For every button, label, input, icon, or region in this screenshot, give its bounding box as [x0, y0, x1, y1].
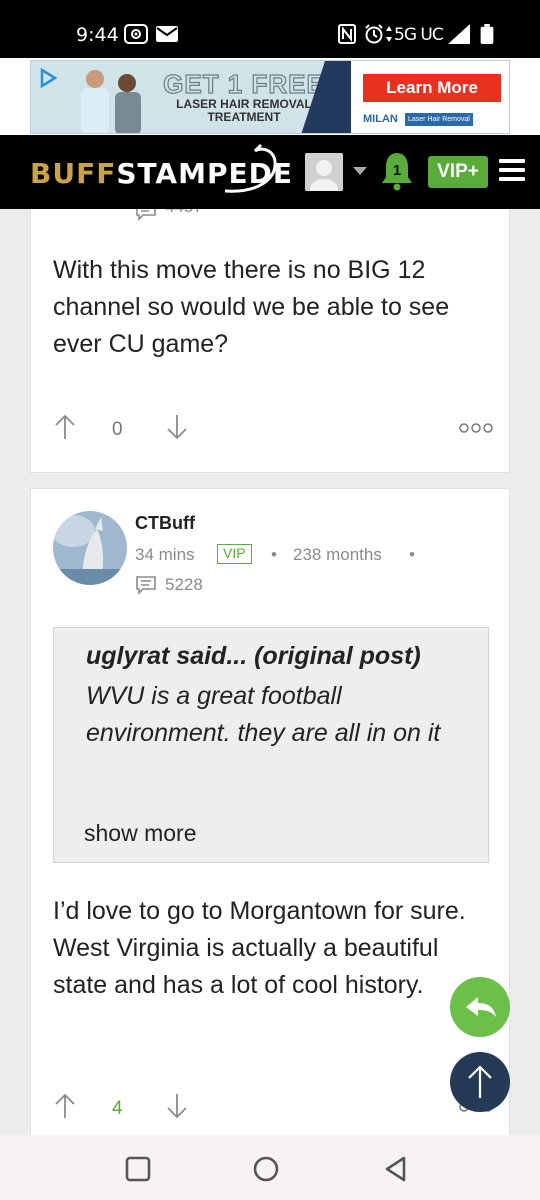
post-body: With this move there is no BIG 12 channe…	[53, 256, 450, 358]
ad-banner[interactable]: GET 1 FREE LASER HAIR REMOVAL TREATMENT …	[30, 60, 510, 134]
scroll-to-top-button[interactable]	[450, 1052, 510, 1112]
signal-icon	[448, 24, 470, 44]
vote-row: 0	[53, 413, 493, 443]
post-card: 4457 With this move there is no BIG 12 c…	[30, 190, 510, 473]
more-options-icon[interactable]	[459, 421, 493, 435]
vote-count: 4	[112, 1098, 123, 1119]
quote-author: uglyrat said... (original post)	[86, 642, 421, 670]
downvote-arrow-icon[interactable]	[165, 413, 189, 441]
post-card: CTBuff 34 mins VIP • 238 months • 5228 u…	[30, 488, 510, 1148]
system-nav-bar	[0, 1135, 540, 1200]
home-circle-icon[interactable]	[252, 1155, 280, 1183]
arrow-up-icon	[468, 1065, 492, 1098]
username[interactable]: CTBuff	[135, 513, 195, 534]
nfc-icon	[338, 24, 356, 44]
ad-area: GET 1 FREE LASER HAIR REMOVAL TREATMENT …	[0, 58, 540, 135]
data-arrows-icon	[386, 26, 392, 42]
mail-icon	[156, 26, 178, 42]
cast-icon	[124, 24, 148, 44]
status-time: 9:44	[76, 24, 119, 46]
notification-count: 1	[392, 162, 402, 179]
comment-count: 5228	[165, 575, 203, 594]
network-type: 5G UC	[394, 25, 444, 45]
hamburger-menu-icon[interactable]	[499, 159, 525, 185]
status-bar: 9:44 5G UC	[0, 0, 540, 58]
recent-apps-icon[interactable]	[124, 1155, 152, 1183]
ad-brand-tag: Laser Hair Removal	[405, 113, 473, 126]
meta-separator: •	[271, 545, 277, 564]
back-triangle-icon[interactable]	[382, 1155, 410, 1183]
upvote-arrow-icon[interactable]	[53, 1092, 77, 1120]
downvote-arrow-icon[interactable]	[165, 1092, 189, 1120]
quote-block: uglyrat said... (original post) WVU is a…	[53, 627, 489, 863]
comments-icon	[136, 576, 156, 595]
ad-choices-icon[interactable]	[37, 67, 59, 89]
post-body: I’d love to go to Morgantown for sure. W…	[53, 897, 466, 999]
meta-separator: •	[409, 545, 415, 564]
ad-learn-more-button[interactable]: Learn More	[363, 74, 501, 102]
profile-avatar-icon[interactable]	[305, 153, 343, 191]
alarm-icon	[365, 24, 383, 44]
reply-button[interactable]	[450, 977, 510, 1037]
vip-plus-button[interactable]: VIP+	[428, 156, 488, 188]
logo-buff: BUFF	[30, 157, 117, 190]
chevron-down-icon[interactable]	[352, 165, 368, 177]
vip-badge: VIP	[217, 544, 252, 564]
ad-people-image	[81, 70, 141, 133]
show-more-link[interactable]: show more	[84, 820, 196, 847]
battery-icon	[480, 24, 494, 44]
site-header: BUFFSTAMPEDE 1 VIP+	[0, 135, 540, 209]
user-avatar[interactable]	[53, 511, 127, 585]
upvote-arrow-icon[interactable]	[53, 413, 77, 441]
member-tenure: 238 months	[293, 545, 382, 564]
post-time: 34 mins	[135, 545, 195, 564]
buffalo-horn-icon	[224, 143, 277, 193]
ad-headline: GET 1 FREE	[163, 68, 325, 99]
ad-brand: MILAN	[363, 113, 398, 125]
quote-text: WVU is a great football environment. the…	[86, 682, 441, 747]
reply-arrow-icon	[466, 997, 496, 1017]
vote-count: 0	[112, 419, 123, 440]
vote-row: 4	[53, 1092, 493, 1122]
